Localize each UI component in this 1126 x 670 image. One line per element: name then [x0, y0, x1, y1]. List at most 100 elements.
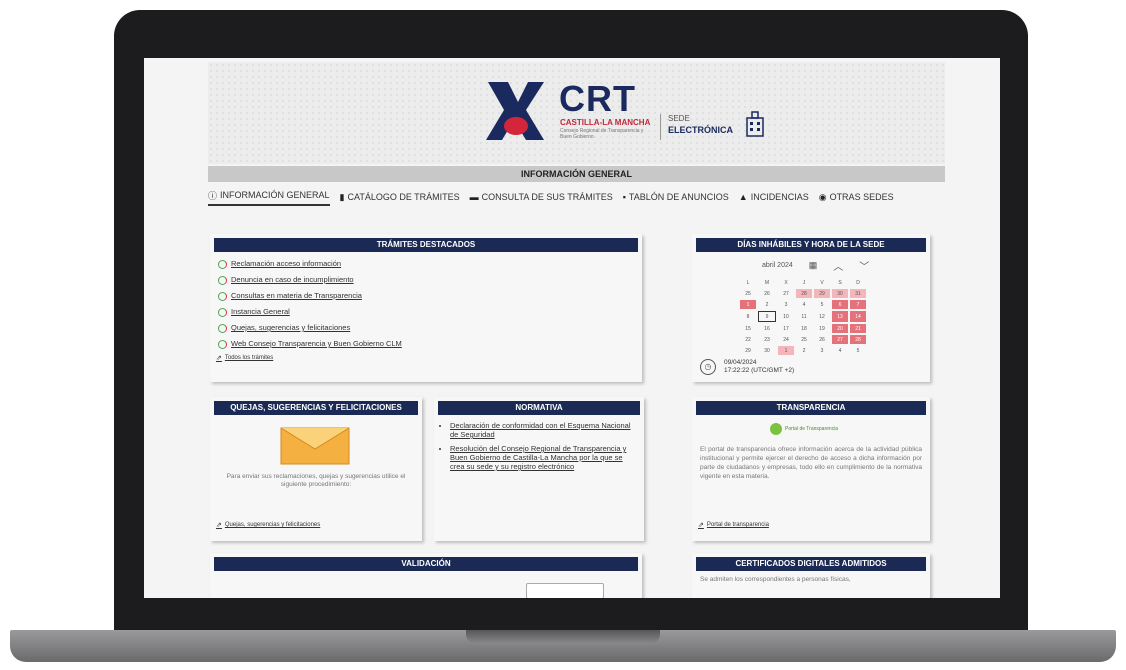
calendar-day[interactable]: 30 [832, 289, 848, 298]
calendar-day[interactable]: 5 [850, 346, 866, 355]
tramite-link[interactable]: Instancia General [218, 304, 642, 320]
tramite-icon [218, 307, 227, 317]
calendar-day[interactable]: 14 [850, 311, 866, 322]
tramite-link[interactable]: Quejas, sugerencias y felicitaciones [218, 320, 642, 336]
calendar-day[interactable]: 22 [740, 335, 756, 344]
quejas-link[interactable]: ⇗ Quejas, sugerencias y felicitaciones [216, 521, 320, 529]
calendar-day[interactable]: 28 [796, 289, 812, 298]
certificados-text: Se admiten los correspondientes a person… [700, 576, 851, 583]
panel-title: VALIDACIÓN [214, 557, 638, 571]
calendar-day[interactable]: 17 [778, 324, 794, 333]
envelope-icon[interactable] [280, 427, 350, 465]
nav-label: INCIDENCIAS [750, 192, 809, 202]
calendar-day[interactable]: 2 [796, 346, 812, 355]
nav-label: INFORMACIÓN GENERAL [220, 190, 330, 200]
calendar-icon[interactable]: ▦ [809, 260, 818, 271]
transparencia-panel: TRANSPARENCIA Portal de Transparencia El… [692, 397, 930, 541]
calendar-day[interactable]: 13 [832, 311, 848, 322]
calendar-week: 22 23 24 25 26 27 28 [740, 335, 866, 344]
transparencia-text: El portal de transparencia ofrece inform… [700, 446, 922, 480]
nav-consulta-tramites[interactable]: ▬ CONSULTA DE SUS TRÁMITES [470, 192, 613, 202]
calendar-day[interactable]: 15 [740, 324, 756, 333]
logo-divider [660, 114, 661, 140]
info-icon: ⓘ [208, 190, 218, 201]
nav-tablon-anuncios[interactable]: ▪ TABLÓN DE ANUNCIOS [623, 192, 729, 202]
logo-text: CRT [559, 78, 636, 119]
calendar-month[interactable]: abril 2024 [762, 262, 793, 269]
calendar-day[interactable]: 11 [796, 311, 812, 322]
normativa-link[interactable]: Resolución del Consejo Regional de Trans… [450, 444, 638, 471]
folder-icon: ▬ [469, 192, 479, 202]
calendar-week: 8 9 10 11 12 13 14 [740, 311, 866, 322]
calendar-grid: LMXJVSD 25 26 27 28 29 30 31 1234567 8 9 10 11 12 1… [738, 277, 868, 357]
calendar-day[interactable]: 29 [740, 346, 756, 355]
transparencia-badge[interactable]: Portal de Transparencia [770, 423, 838, 435]
tramite-label: Consultas en materia de Transparencia [231, 291, 362, 300]
calendar-day[interactable]: 31 [850, 289, 866, 298]
tramite-icon [218, 339, 227, 349]
tramite-link[interactable]: Consultas en materia de Transparencia [218, 288, 642, 304]
laptop-bezel-bottom [114, 598, 1028, 632]
validation-input[interactable] [526, 583, 604, 598]
portal-transparencia-link[interactable]: ⇗ Portal de transparencia [698, 521, 769, 529]
nav-label: CONSULTA DE SUS TRÁMITES [481, 192, 613, 202]
chevron-down-icon[interactable]: ﹀ [859, 258, 869, 273]
calendar-day[interactable]: 5 [814, 300, 830, 309]
calendar-day[interactable]: 27 [832, 335, 848, 344]
panel-title: CERTIFICADOS DIGITALES ADMITIDOS [696, 557, 926, 571]
calendar-day[interactable]: 3 [814, 346, 830, 355]
calendar-day[interactable]: 25 [796, 335, 812, 344]
tramite-link[interactable]: Web Consejo Transparencia y Buen Gobiern… [218, 336, 642, 352]
calendar-day[interactable]: 28 [850, 335, 866, 344]
tramite-label: Instancia General [231, 307, 290, 316]
calendar-day[interactable]: 26 [758, 289, 776, 298]
calendar-day[interactable]: 4 [832, 346, 848, 355]
calendar-day[interactable]: 18 [796, 324, 812, 333]
weekday: X [784, 280, 788, 286]
tramite-link[interactable]: Denuncia en caso de incumplimiento [218, 272, 642, 288]
nav-informacion-general[interactable]: ⓘ INFORMACIÓN GENERAL [208, 189, 330, 206]
quejas-link-label: Quejas, sugerencias y felicitaciones [224, 522, 321, 528]
weekday: L [746, 280, 750, 286]
calendar-day[interactable]: 29 [814, 289, 830, 298]
main-nav: ⓘ INFORMACIÓN GENERAL ▮ CATÁLOGO DE TRÁM… [208, 186, 945, 208]
tramite-link[interactable]: Reclamación acceso información [218, 256, 642, 272]
nav-otras-sedes[interactable]: ◉ OTRAS SEDES [819, 192, 894, 203]
globe-icon: ◉ [818, 191, 827, 202]
nav-label: OTRAS SEDES [829, 192, 894, 202]
todos-tramites-link[interactable]: ⇗ Todos los trámites [216, 354, 642, 362]
calendar-day[interactable]: 21 [850, 324, 866, 333]
calendar-day[interactable]: 1 [740, 300, 756, 309]
calendar-day[interactable]: 6 [832, 300, 848, 309]
calendar-day[interactable]: 1 [778, 346, 794, 355]
calendar-day[interactable]: 12 [814, 311, 830, 322]
calendar-day[interactable]: 19 [814, 324, 830, 333]
calendar-day[interactable]: 30 [758, 346, 776, 355]
calendar-day[interactable]: 10 [778, 311, 794, 322]
nav-catalogo-tramites[interactable]: ▮ CATÁLOGO DE TRÁMITES [340, 192, 460, 203]
nav-incidencias[interactable]: ▲ INCIDENCIAS [739, 192, 809, 202]
calendar-day[interactable]: 2 [758, 300, 776, 309]
server-time: ◷ 09/04/2024 17:22:22 (UTC/GMT +2) [700, 359, 930, 375]
calendar-day[interactable]: 3 [778, 300, 794, 309]
calendar-day[interactable]: 27 [778, 289, 794, 298]
portal-link-label: Portal de transparencia [706, 522, 769, 528]
normativa-list: Declaración de conformidad con el Esquem… [434, 421, 638, 471]
calendar-day-today[interactable]: 9 [758, 311, 776, 322]
calendar-day[interactable]: 8 [740, 311, 756, 322]
normativa-link[interactable]: Declaración de conformidad con el Esquem… [450, 421, 638, 439]
calendar-day[interactable]: 26 [814, 335, 830, 344]
tramite-label: Web Consejo Transparencia y Buen Gobiern… [231, 339, 402, 348]
calendar-day[interactable]: 7 [850, 300, 866, 309]
calendar-day[interactable]: 16 [758, 324, 776, 333]
tramites-panel: TRÁMITES DESTACADOS Reclamación acceso i… [210, 234, 642, 382]
chevron-up-icon[interactable]: ︿ [833, 258, 843, 273]
board-icon: ▪ [622, 192, 626, 202]
calendar-day[interactable]: 23 [758, 335, 776, 344]
crt-logo-icon[interactable] [482, 78, 546, 144]
calendar-day[interactable]: 25 [740, 289, 756, 298]
server-date: 09/04/2024 [724, 359, 757, 366]
calendar-day[interactable]: 24 [778, 335, 794, 344]
calendar-day[interactable]: 20 [832, 324, 848, 333]
calendar-day[interactable]: 4 [796, 300, 812, 309]
